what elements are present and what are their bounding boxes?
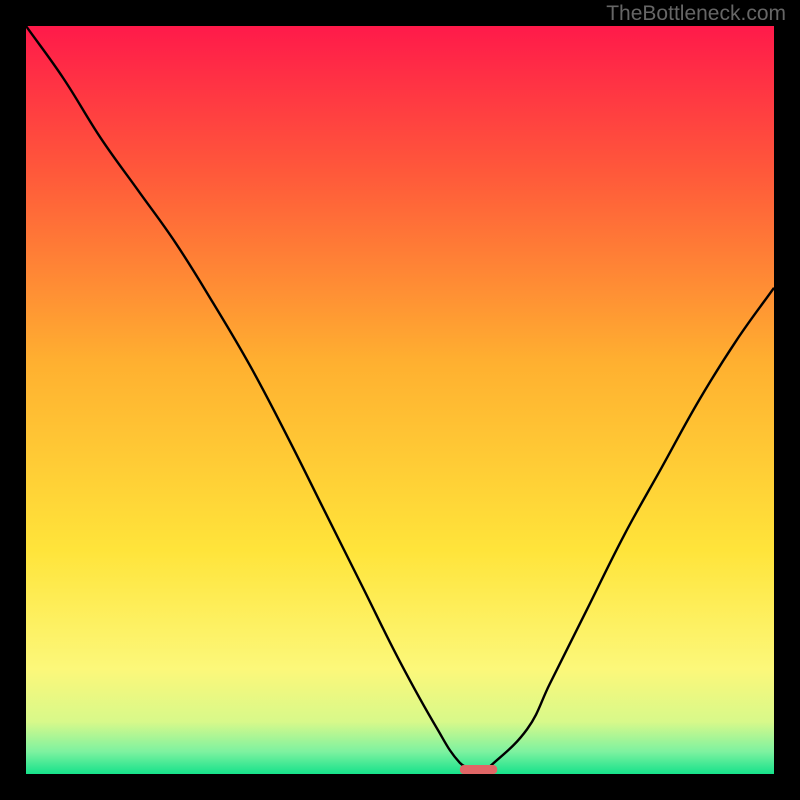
chart-svg: [26, 26, 774, 774]
chart-plot-area: [26, 26, 774, 774]
watermark-text: TheBottleneck.com: [606, 2, 786, 26]
root-container: { "watermark": "TheBottleneck.com", "cha…: [0, 0, 800, 800]
optimal-marker: [460, 765, 497, 774]
